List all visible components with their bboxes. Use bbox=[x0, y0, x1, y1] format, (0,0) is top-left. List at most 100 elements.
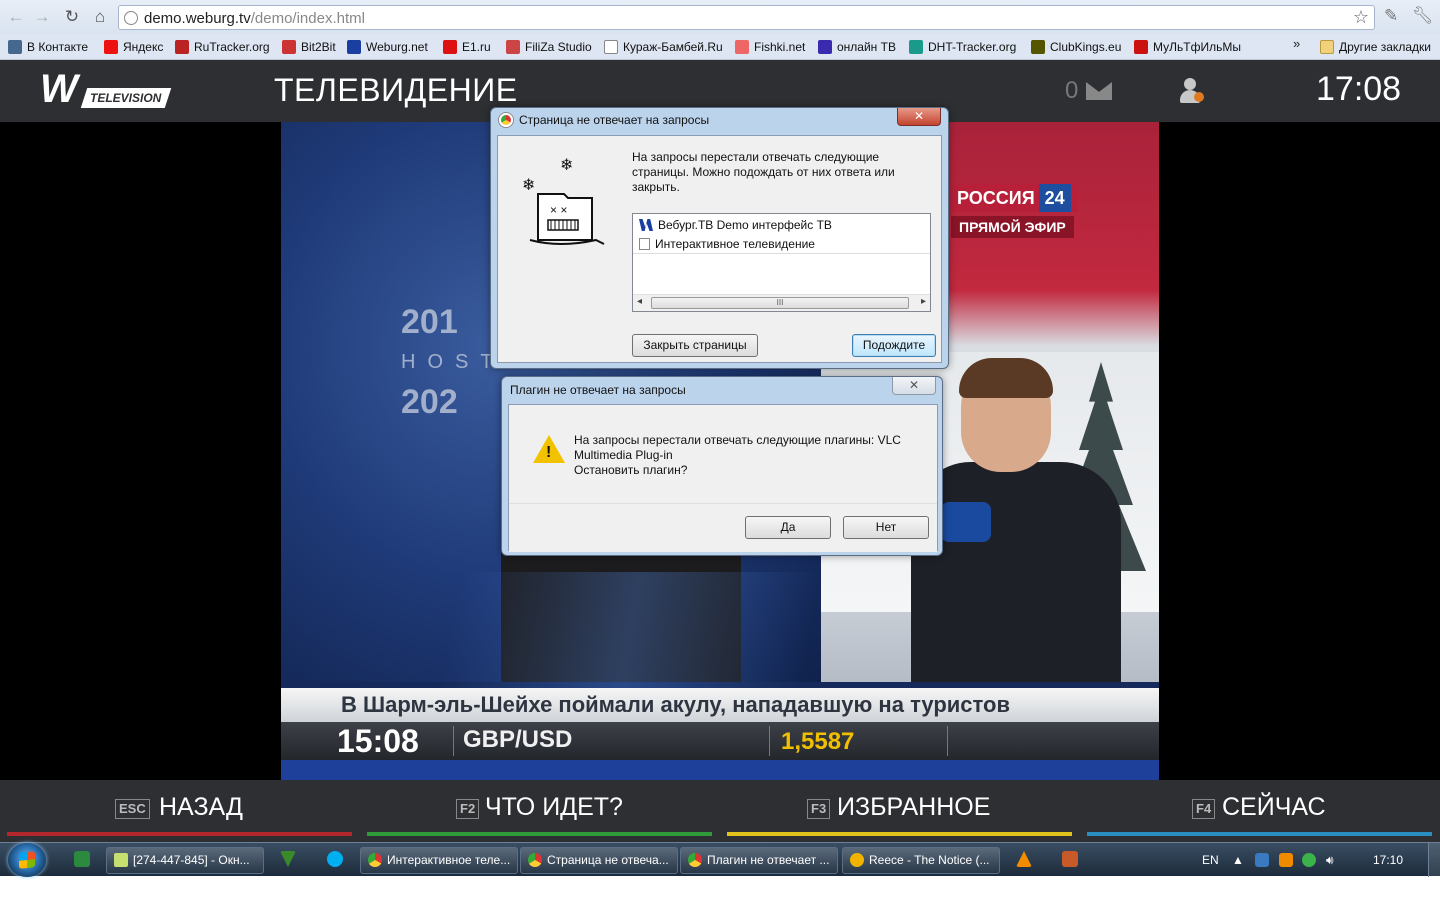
bookmark-item[interactable]: FiliZa Studio bbox=[506, 38, 592, 56]
forward-arrow-icon[interactable]: → bbox=[32, 7, 52, 27]
bookmark-item[interactable]: E1.ru bbox=[443, 38, 491, 56]
nav-label: ИЗБРАННОЕ bbox=[837, 793, 991, 821]
yellow-key-line bbox=[727, 832, 1072, 836]
tray-expand-icon[interactable]: ▲ bbox=[1232, 853, 1244, 867]
close-pages-button[interactable]: Закрыть страницы bbox=[632, 334, 758, 357]
reload-icon[interactable]: ↻ bbox=[62, 7, 82, 27]
tray-app-icon[interactable] bbox=[1302, 853, 1316, 867]
nav-whats-on[interactable]: F2 ЧТО ИДЕТ? bbox=[367, 780, 712, 842]
bookmarks-overflow-button[interactable]: » bbox=[1293, 36, 1300, 51]
no-button[interactable]: Нет bbox=[843, 516, 929, 539]
network-icon[interactable] bbox=[1255, 853, 1269, 867]
browser-toolbar: ← → ↻ ⌂ demo.weburg.tv/demo/index.html ☆… bbox=[0, 0, 1440, 34]
nav-now[interactable]: F4 СЕЙЧАС bbox=[1087, 780, 1432, 842]
start-button[interactable] bbox=[8, 843, 46, 877]
close-icon[interactable]: ✕ bbox=[897, 108, 941, 126]
favicon-icon bbox=[604, 40, 618, 54]
favicon-icon bbox=[8, 40, 22, 54]
dialog-title: Страница не отвечает на запросы bbox=[499, 113, 709, 127]
user-icon[interactable] bbox=[1180, 78, 1204, 104]
blue-key-line bbox=[1087, 832, 1432, 836]
bookmark-item[interactable]: ClubKings.eu bbox=[1031, 38, 1121, 56]
favicon-icon bbox=[909, 40, 923, 54]
page-title: ТЕЛЕВИДЕНИЕ bbox=[274, 72, 518, 108]
green-key-line bbox=[367, 832, 712, 836]
ticker-currency-pair: GBP/USD bbox=[463, 726, 573, 753]
taskbar-item[interactable]: Reece - The Notice (... bbox=[842, 847, 1000, 874]
bookmark-item[interactable]: Кураж-Бамбей.Ru bbox=[604, 38, 723, 56]
language-indicator[interactable]: EN bbox=[1202, 853, 1219, 867]
list-item[interactable]: Интерактивное телевидение bbox=[639, 237, 815, 251]
bookmark-item[interactable]: Fishki.net bbox=[735, 38, 805, 56]
weburg-favicon-icon bbox=[639, 219, 653, 231]
bookmark-star-icon[interactable]: ☆ bbox=[1353, 7, 1369, 28]
bookmarks-bar: В Контакте Яндекс RuTracker.org Bit2Bit Webu… bbox=[0, 34, 1440, 60]
taskbar-item[interactable]: Интерактивное теле... bbox=[360, 847, 518, 874]
bookmark-item[interactable]: В Контакте bbox=[8, 38, 88, 56]
ticker-bar: 15:08 GBP/USD 1,5587 bbox=[281, 722, 1159, 760]
quick-launch-icon[interactable] bbox=[74, 851, 90, 867]
bookmark-item[interactable]: Яндекс bbox=[104, 38, 163, 56]
favicon-icon bbox=[1031, 40, 1045, 54]
page-icon bbox=[639, 238, 650, 250]
list-item[interactable]: Вебург.ТВ Demo интерфейс ТВ bbox=[639, 218, 832, 232]
back-arrow-icon[interactable]: ← bbox=[6, 7, 26, 27]
microphone-image bbox=[941, 502, 991, 542]
unresponsive-pages-list[interactable]: Вебург.ТВ Demo интерфейс ТВ Интерактивно… bbox=[632, 213, 931, 312]
taskbar-item[interactable]: Плагин не отвечает ... bbox=[680, 847, 838, 874]
bookmark-item[interactable]: Bit2Bit bbox=[282, 38, 336, 56]
red-key-line bbox=[7, 832, 352, 836]
favicon-icon bbox=[1134, 40, 1148, 54]
page-unresponsive-dialog: Страница не отвечает на запросы ✕ ❄ ❄ × … bbox=[490, 107, 949, 369]
svg-text:× ×: × × bbox=[550, 203, 567, 217]
favicon-icon bbox=[506, 40, 520, 54]
other-bookmarks-folder[interactable]: Другие закладки bbox=[1320, 38, 1431, 56]
folder-icon bbox=[1320, 40, 1334, 54]
wrench-menu-icon[interactable]: 🔧︎ bbox=[1412, 6, 1434, 26]
ticker-rate: 1,5587 bbox=[781, 728, 855, 755]
nav-back[interactable]: ESC НАЗАД bbox=[7, 780, 352, 842]
message-count[interactable]: 0 bbox=[1065, 77, 1078, 105]
nav-favorites[interactable]: F3 ИЗБРАННОЕ bbox=[727, 780, 1072, 842]
bookmark-item[interactable]: МуЛьТфИльМы bbox=[1134, 38, 1241, 56]
envelope-icon[interactable] bbox=[1086, 82, 1112, 100]
system-clock[interactable]: 17:10 bbox=[1373, 853, 1403, 867]
chrome-icon bbox=[499, 113, 513, 127]
bookmark-item[interactable]: онлайн ТВ bbox=[818, 38, 896, 56]
close-icon[interactable]: ✕ bbox=[892, 377, 936, 395]
page-icon bbox=[124, 11, 138, 25]
taskbar-item[interactable]: [274-447-845] - Окн... bbox=[106, 847, 264, 874]
favicon-icon bbox=[735, 40, 749, 54]
nav-label: СЕЙЧАС bbox=[1222, 793, 1326, 821]
bookmark-item[interactable]: DHT-Tracker.org bbox=[909, 38, 1016, 56]
channel-logo: РОССИЯ 24 ПРЯМОЙ ЭФИР bbox=[951, 184, 1151, 238]
dialog-message: На запросы перестали отвечать следующие … bbox=[632, 150, 895, 194]
favicon-icon bbox=[175, 40, 189, 54]
key-badge: F3 bbox=[807, 799, 831, 819]
show-desktop-button[interactable] bbox=[1428, 843, 1440, 877]
extension-icon[interactable]: ✎ bbox=[1384, 6, 1398, 26]
weburg-logo[interactable]: W TELEVISION bbox=[40, 66, 172, 112]
taskbar-item[interactable]: Страница не отвеча... bbox=[520, 847, 678, 874]
app-icon[interactable] bbox=[1062, 851, 1078, 867]
home-icon[interactable]: ⌂ bbox=[90, 7, 110, 27]
wait-button[interactable]: Подождите bbox=[852, 334, 936, 357]
bookmark-item[interactable]: RuTracker.org bbox=[175, 38, 270, 56]
horizontal-scrollbar[interactable]: ◂ III ▸ bbox=[633, 294, 930, 311]
vlc-icon[interactable] bbox=[1016, 851, 1032, 867]
pause-icon[interactable] bbox=[1279, 853, 1293, 867]
volume-icon[interactable]: 🔊︎ bbox=[1326, 853, 1334, 868]
utorrent-icon[interactable] bbox=[280, 851, 296, 867]
favicon-icon bbox=[282, 40, 296, 54]
bookmark-item[interactable]: Weburg.net bbox=[347, 38, 428, 56]
clock: 17:08 bbox=[1316, 70, 1402, 108]
key-badge: F4 bbox=[1192, 799, 1216, 819]
nav-label: НАЗАД bbox=[159, 793, 243, 821]
key-badge: F2 bbox=[456, 799, 480, 819]
dialog-title: Плагин не отвечает на запросы bbox=[510, 383, 686, 397]
svg-text:❄: ❄ bbox=[522, 177, 535, 194]
yes-button[interactable]: Да bbox=[745, 516, 831, 539]
favicon-icon bbox=[104, 40, 118, 54]
address-bar[interactable]: demo.weburg.tv/demo/index.html ☆ bbox=[118, 5, 1375, 30]
skype-icon[interactable] bbox=[327, 851, 343, 867]
